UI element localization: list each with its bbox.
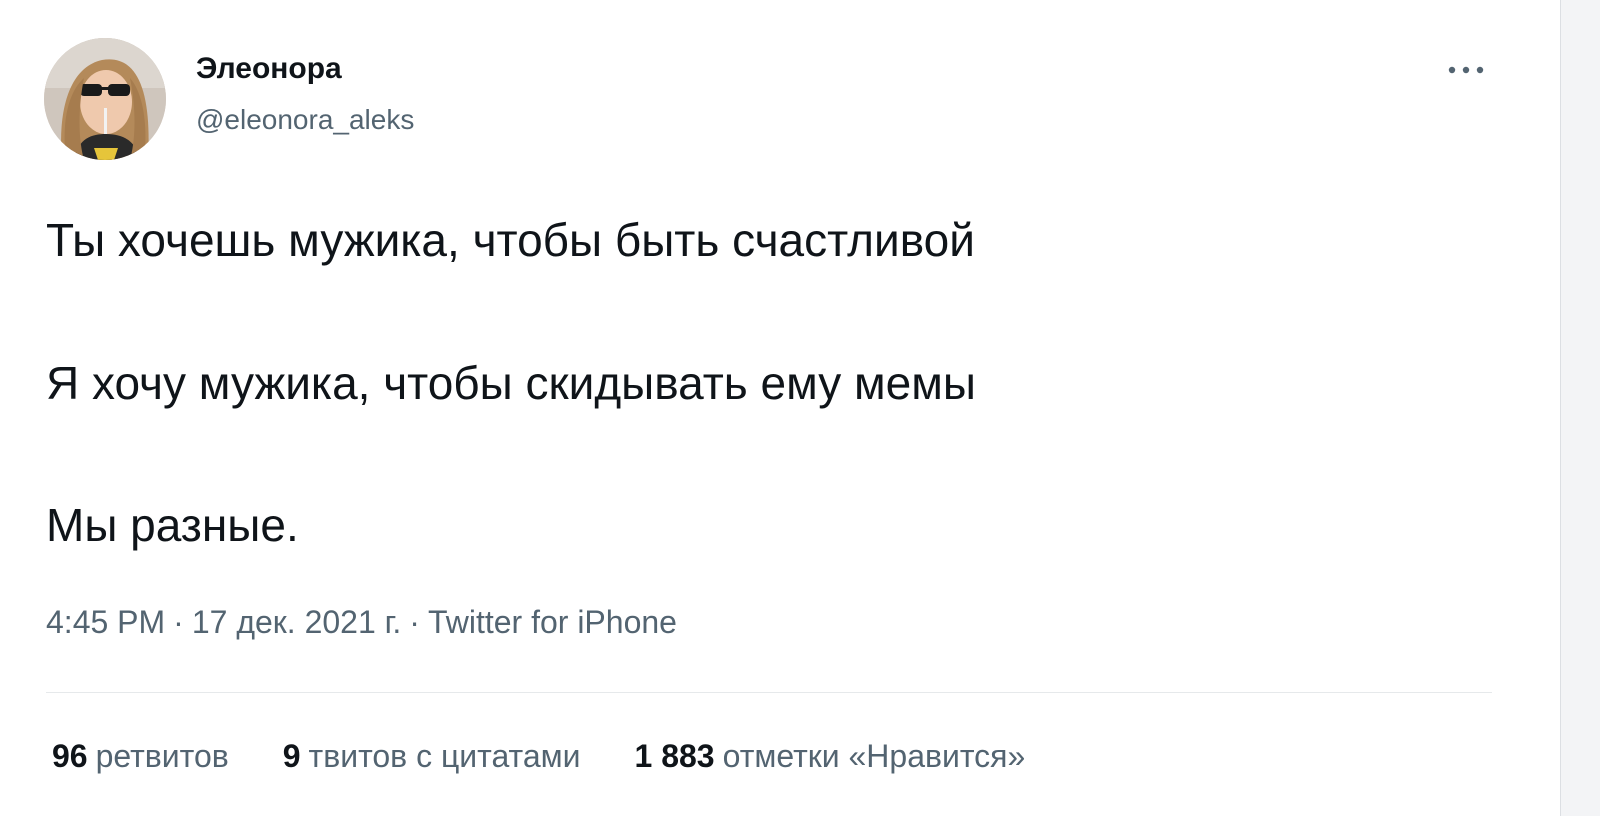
tweet-metadata: 4:45 PM · 17 дек. 2021 г. · Twitter for iPho… — [46, 604, 677, 641]
retweets-label: ретвитов — [95, 738, 229, 774]
tweet-text-line: Я хочу мужика, чтобы скидывать ему мемы — [46, 357, 976, 409]
divider — [46, 692, 1492, 693]
author-handle[interactable]: @eleonora_aleks — [196, 104, 414, 136]
avatar[interactable] — [44, 38, 166, 160]
likes-count: 1 883 — [634, 738, 715, 774]
likes-stat[interactable]: 1 883 отметки «Нравится» — [635, 738, 1026, 775]
retweets-stat[interactable]: 96 ретвитов — [52, 738, 229, 775]
tweet-time[interactable]: 4:45 PM — [46, 604, 165, 641]
retweets-count: 96 — [52, 738, 88, 774]
tweet-text-line: Мы разные. — [46, 499, 299, 551]
page-edge — [1560, 0, 1600, 816]
quote-tweets-stat[interactable]: 9 твитов с цитатами — [283, 738, 581, 775]
more-horizontal-icon — [1448, 66, 1484, 74]
tweet-stats: 96 ретвитов 9 твитов с цитатами 1 883 от… — [52, 738, 1025, 775]
likes-label: отметки «Нравится» — [722, 738, 1026, 774]
more-options-button[interactable] — [1440, 52, 1492, 88]
tweet-source[interactable]: Twitter for iPhone — [428, 604, 677, 641]
meta-separator: · — [409, 604, 420, 640]
tweet-date[interactable]: 17 дек. 2021 г. — [192, 604, 401, 641]
tweet-text-line: Ты хочешь мужика, чтобы быть счастливой — [46, 214, 975, 266]
author-display-name[interactable]: Элеонора — [196, 52, 342, 86]
tweet-card: Элеонора @eleonora_aleks Ты хочешь мужик… — [0, 0, 1560, 816]
quote-tweets-count: 9 — [282, 738, 301, 774]
profile-photo — [44, 38, 166, 160]
quote-tweets-label: твитов с цитатами — [308, 738, 581, 774]
meta-separator: · — [173, 604, 184, 640]
